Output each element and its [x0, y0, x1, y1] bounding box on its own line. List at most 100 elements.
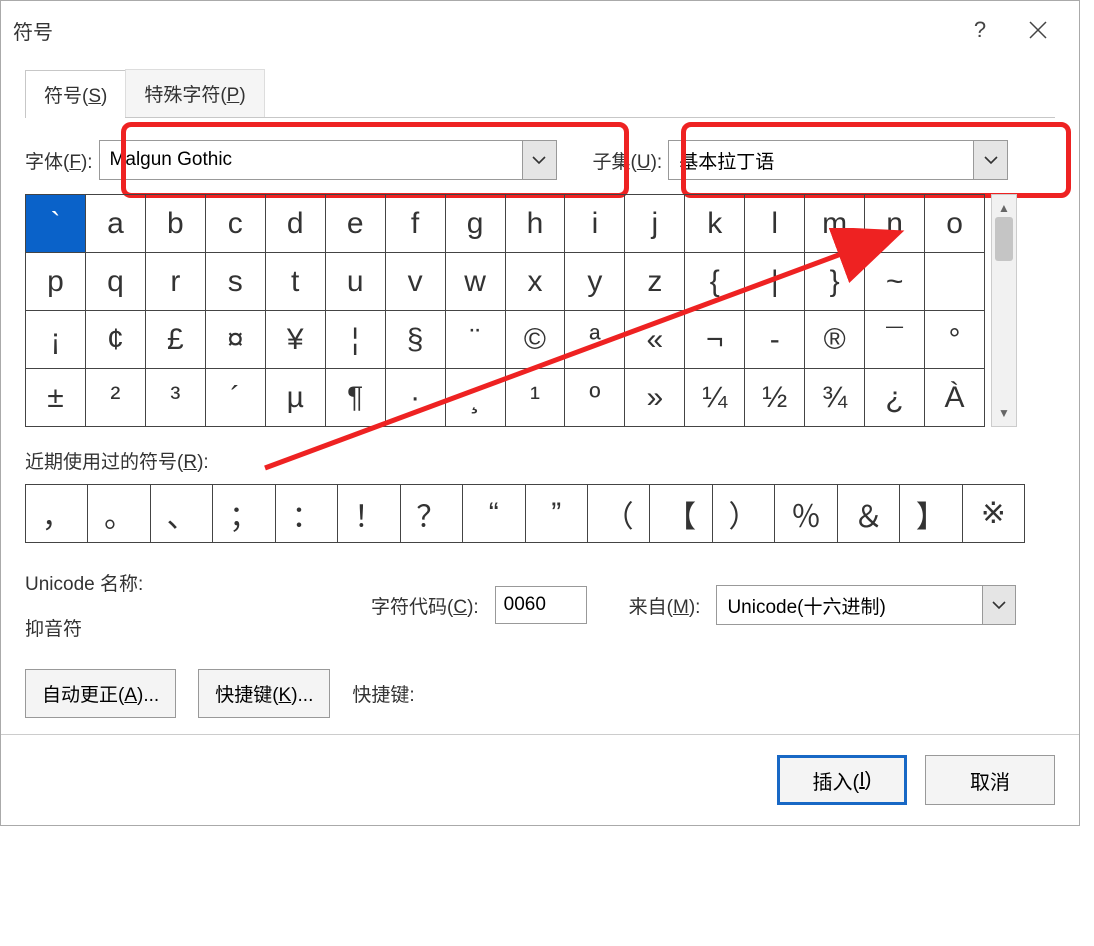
- symbol-cell[interactable]: d: [266, 195, 326, 253]
- symbol-cell[interactable]: -: [745, 311, 805, 369]
- symbol-cell[interactable]: §: [386, 311, 446, 369]
- symbol-cell[interactable]: »: [625, 369, 685, 427]
- recent-symbol-cell[interactable]: ：: [276, 485, 338, 543]
- scroll-up-icon[interactable]: ▲: [998, 201, 1010, 215]
- symbol-cell[interactable]: ¡: [26, 311, 86, 369]
- recent-symbol-cell[interactable]: ）: [713, 485, 775, 543]
- chevron-down-icon[interactable]: [982, 586, 1015, 624]
- symbol-cell[interactable]: ¼: [685, 369, 745, 427]
- scroll-down-icon[interactable]: ▼: [998, 406, 1010, 420]
- symbol-cell[interactable]: µ: [266, 369, 326, 427]
- symbol-scrollbar[interactable]: ▲ ▼: [991, 194, 1017, 427]
- symbol-cell[interactable]: `: [26, 195, 86, 253]
- symbol-cell[interactable]: º: [565, 369, 625, 427]
- symbol-cell[interactable]: n: [865, 195, 925, 253]
- char-code-input[interactable]: [495, 586, 587, 624]
- symbol-cell[interactable]: ¶: [326, 369, 386, 427]
- recent-symbol-cell[interactable]: ！: [338, 485, 400, 543]
- symbol-cell[interactable]: k: [685, 195, 745, 253]
- symbol-cell[interactable]: t: [266, 253, 326, 311]
- symbol-cell[interactable]: °: [925, 311, 985, 369]
- symbol-cell[interactable]: ¢: [86, 311, 146, 369]
- font-input[interactable]: [100, 141, 522, 179]
- symbol-cell[interactable]: i: [565, 195, 625, 253]
- recent-symbol-cell[interactable]: ※: [963, 485, 1025, 543]
- scroll-thumb[interactable]: [995, 217, 1013, 261]
- symbol-cell[interactable]: w: [446, 253, 506, 311]
- recent-symbol-cell[interactable]: 】: [900, 485, 962, 543]
- symbol-cell[interactable]: ¸: [446, 369, 506, 427]
- symbol-cell[interactable]: À: [925, 369, 985, 427]
- symbol-cell[interactable]: «: [625, 311, 685, 369]
- symbol-cell[interactable]: ®: [805, 311, 865, 369]
- subset-input[interactable]: [669, 141, 973, 179]
- tab-special-chars[interactable]: 特殊字符(P): [125, 69, 264, 117]
- recent-symbol-cell[interactable]: “: [463, 485, 525, 543]
- recent-symbol-cell[interactable]: ”: [526, 485, 588, 543]
- symbol-cell[interactable]: m: [805, 195, 865, 253]
- symbol-cell[interactable]: j: [625, 195, 685, 253]
- symbol-cell[interactable]: f: [386, 195, 446, 253]
- symbol-cell[interactable]: q: [86, 253, 146, 311]
- symbol-cell[interactable]: v: [386, 253, 446, 311]
- symbol-cell[interactable]: x: [506, 253, 566, 311]
- symbol-cell[interactable]: ¨: [446, 311, 506, 369]
- tab-symbols[interactable]: 符号(S): [25, 70, 126, 118]
- symbol-cell[interactable]: |: [745, 253, 805, 311]
- recent-symbol-cell[interactable]: ，: [26, 485, 88, 543]
- symbol-cell[interactable]: ¦: [326, 311, 386, 369]
- autocorrect-button[interactable]: 自动更正(A)...: [25, 669, 176, 718]
- symbol-cell[interactable]: ¤: [206, 311, 266, 369]
- symbol-cell[interactable]: {: [685, 253, 745, 311]
- close-button[interactable]: [1009, 1, 1067, 59]
- symbol-cell[interactable]: [925, 253, 985, 311]
- symbol-cell[interactable]: u: [326, 253, 386, 311]
- chevron-down-icon[interactable]: [522, 141, 556, 179]
- symbol-cell[interactable]: l: [745, 195, 805, 253]
- symbol-cell[interactable]: y: [565, 253, 625, 311]
- symbol-cell[interactable]: ´: [206, 369, 266, 427]
- symbol-cell[interactable]: ~: [865, 253, 925, 311]
- insert-button[interactable]: 插入(I): [777, 755, 907, 805]
- symbol-cell[interactable]: £: [146, 311, 206, 369]
- recent-symbol-cell[interactable]: ％: [775, 485, 837, 543]
- recent-symbol-cell[interactable]: （: [588, 485, 650, 543]
- font-combo[interactable]: [99, 140, 557, 180]
- symbol-cell[interactable]: e: [326, 195, 386, 253]
- symbol-cell[interactable]: }: [805, 253, 865, 311]
- symbol-cell[interactable]: ¹: [506, 369, 566, 427]
- help-button[interactable]: ?: [951, 1, 1009, 59]
- recent-symbol-cell[interactable]: ；: [213, 485, 275, 543]
- cancel-button[interactable]: 取消: [925, 755, 1055, 805]
- shortcut-key-button[interactable]: 快捷键(K)...: [198, 669, 330, 718]
- from-input[interactable]: [717, 586, 982, 624]
- recent-symbol-cell[interactable]: ＆: [838, 485, 900, 543]
- recent-symbol-cell[interactable]: 、: [151, 485, 213, 543]
- symbol-cell[interactable]: ·: [386, 369, 446, 427]
- symbol-cell[interactable]: p: [26, 253, 86, 311]
- symbol-cell[interactable]: s: [206, 253, 266, 311]
- recent-symbol-cell[interactable]: ？: [401, 485, 463, 543]
- symbol-cell[interactable]: h: [506, 195, 566, 253]
- symbol-cell[interactable]: ¿: [865, 369, 925, 427]
- symbol-cell[interactable]: z: [625, 253, 685, 311]
- chevron-down-icon[interactable]: [973, 141, 1007, 179]
- symbol-cell[interactable]: a: [86, 195, 146, 253]
- symbol-cell[interactable]: ¯: [865, 311, 925, 369]
- symbol-cell[interactable]: r: [146, 253, 206, 311]
- symbol-cell[interactable]: ª: [565, 311, 625, 369]
- symbol-cell[interactable]: ©: [506, 311, 566, 369]
- symbol-cell[interactable]: b: [146, 195, 206, 253]
- recent-symbol-cell[interactable]: 【: [650, 485, 712, 543]
- symbol-cell[interactable]: o: [925, 195, 985, 253]
- symbol-cell[interactable]: ½: [745, 369, 805, 427]
- symbol-cell[interactable]: ³: [146, 369, 206, 427]
- from-combo[interactable]: [716, 585, 1016, 625]
- recent-symbol-cell[interactable]: 。: [88, 485, 150, 543]
- subset-combo[interactable]: [668, 140, 1008, 180]
- symbol-cell[interactable]: c: [206, 195, 266, 253]
- symbol-cell[interactable]: ²: [86, 369, 146, 427]
- symbol-cell[interactable]: ¾: [805, 369, 865, 427]
- symbol-cell[interactable]: ¥: [266, 311, 326, 369]
- symbol-cell[interactable]: g: [446, 195, 506, 253]
